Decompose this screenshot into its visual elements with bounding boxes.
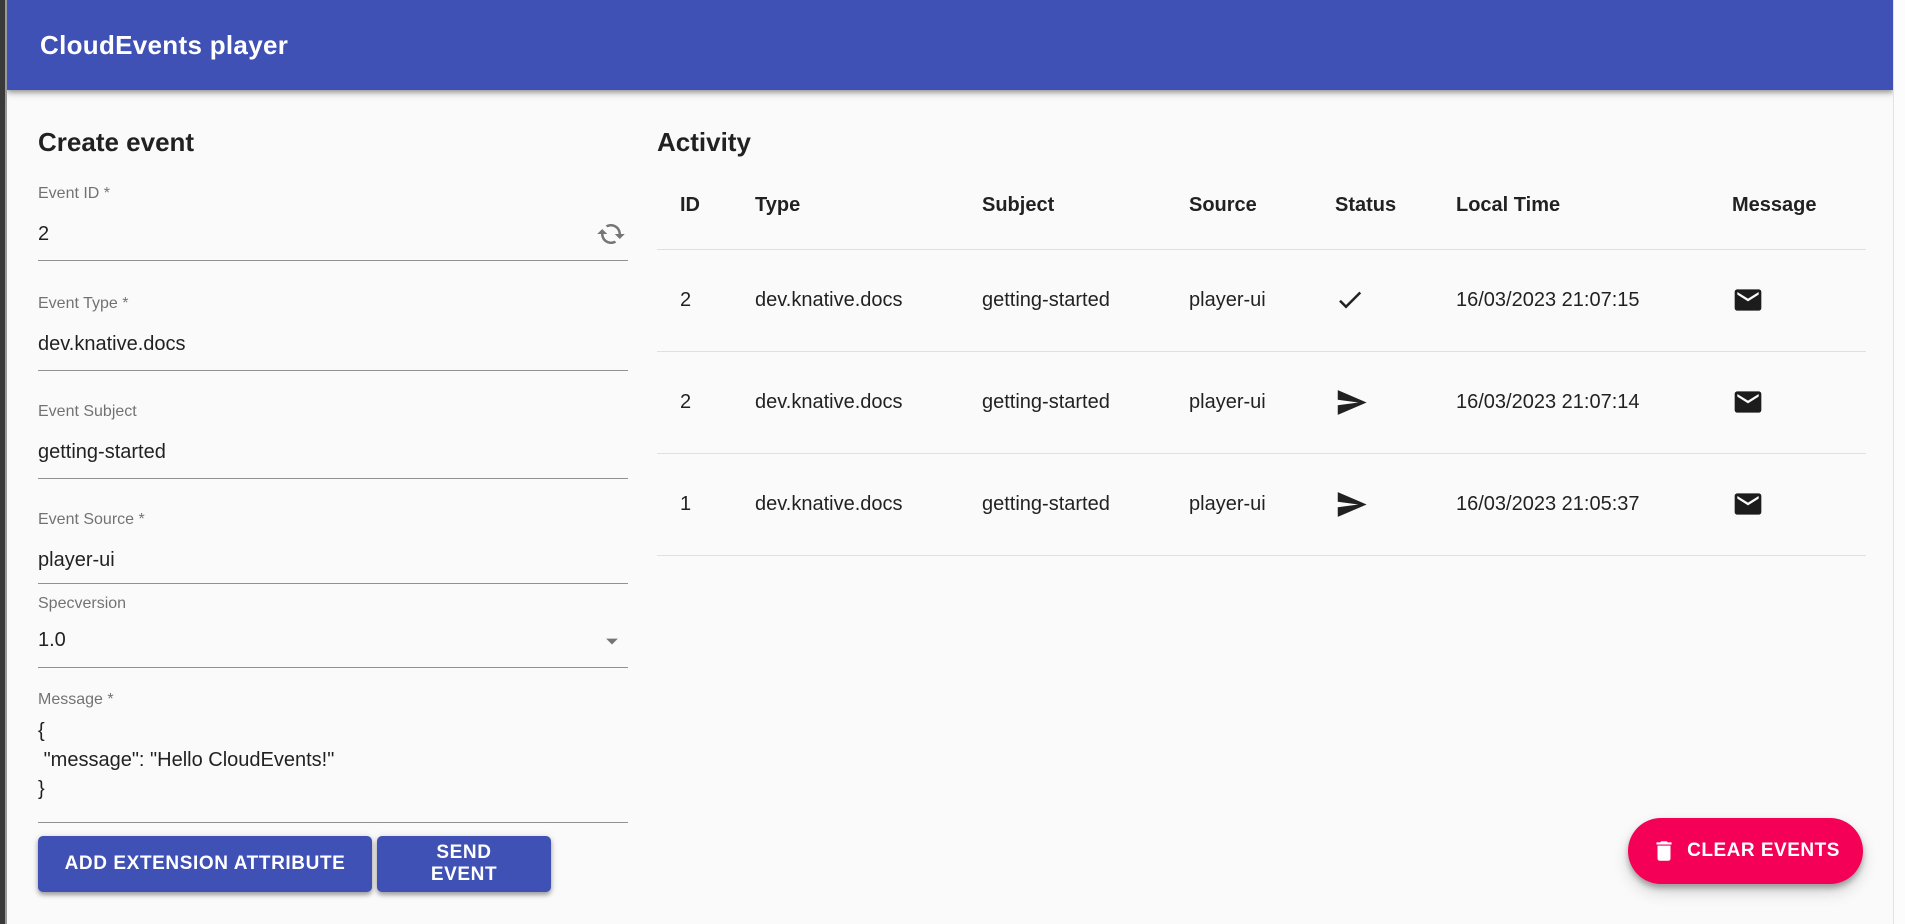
trash-icon <box>1651 838 1677 864</box>
table-row: 2 dev.knative.docs getting-started playe… <box>657 351 1866 453</box>
cell-id: 2 <box>657 249 732 351</box>
event-id-input[interactable]: 2 <box>38 222 628 246</box>
event-id-label: Event ID * <box>38 185 628 203</box>
table-header-row: ID Type Subject Source Status Local Time… <box>657 163 1866 249</box>
col-header-message: Message <box>1709 163 1866 249</box>
cell-id: 2 <box>657 351 732 453</box>
send-event-button[interactable]: SEND EVENT <box>377 836 551 892</box>
cell-local-time: 16/03/2023 21:05:37 <box>1433 453 1709 555</box>
event-source-field[interactable]: Event Source * player-ui <box>38 511 628 584</box>
col-header-subject: Subject <box>959 163 1166 249</box>
form-actions: ADD EXTENSION ATTRIBUTE SEND EVENT <box>38 836 551 892</box>
event-source-label: Event Source * <box>38 511 628 529</box>
cell-id: 1 <box>657 453 732 555</box>
add-extension-attribute-button[interactable]: ADD EXTENSION ATTRIBUTE <box>38 836 372 892</box>
message-field[interactable]: Message * { "message": "Hello CloudEvent… <box>38 691 628 823</box>
create-event-heading: Create event <box>38 127 194 158</box>
cell-subject: getting-started <box>959 453 1166 555</box>
col-header-type: Type <box>732 163 959 249</box>
cloudevents-player-app: CloudEvents player Create event Event ID… <box>0 0 1905 924</box>
mail-icon[interactable] <box>1732 386 1866 418</box>
event-type-input[interactable]: dev.knative.docs <box>38 332 628 356</box>
cell-type: dev.knative.docs <box>732 351 959 453</box>
message-cell[interactable] <box>1709 249 1866 351</box>
vertical-scrollbar[interactable] <box>1893 0 1905 924</box>
event-id-field[interactable]: Event ID * 2 <box>38 185 628 261</box>
cell-type: dev.knative.docs <box>732 453 959 555</box>
app-title: CloudEvents player <box>40 30 288 61</box>
message-cell[interactable] <box>1709 453 1866 555</box>
chevron-down-icon[interactable] <box>598 627 626 660</box>
event-type-label: Event Type * <box>38 295 628 313</box>
specversion-label: Specversion <box>38 595 628 613</box>
message-textarea[interactable]: { "message": "Hello CloudEvents!" } <box>38 717 628 804</box>
status-cell <box>1312 351 1433 453</box>
activity-heading: Activity <box>657 127 751 158</box>
app-bar: CloudEvents player <box>7 0 1893 90</box>
specversion-select[interactable]: Specversion 1.0 <box>38 595 628 668</box>
window-left-edge <box>0 0 7 924</box>
col-header-id: ID <box>657 163 732 249</box>
status-cell <box>1312 249 1433 351</box>
message-cell[interactable] <box>1709 351 1866 453</box>
status-cell <box>1312 453 1433 555</box>
cell-local-time: 16/03/2023 21:07:14 <box>1433 351 1709 453</box>
specversion-value[interactable]: 1.0 <box>38 628 628 652</box>
message-label: Message * <box>38 691 628 709</box>
cell-source: player-ui <box>1166 249 1312 351</box>
cell-local-time: 16/03/2023 21:07:15 <box>1433 249 1709 351</box>
cell-source: player-ui <box>1166 351 1312 453</box>
send-icon <box>1335 488 1433 521</box>
cell-subject: getting-started <box>959 351 1166 453</box>
mail-icon[interactable] <box>1732 284 1866 316</box>
cell-type: dev.knative.docs <box>732 249 959 351</box>
event-subject-field[interactable]: Event Subject getting-started <box>38 403 628 479</box>
col-header-source: Source <box>1166 163 1312 249</box>
table-row: 1 dev.knative.docs getting-started playe… <box>657 453 1866 555</box>
activity-table: ID Type Subject Source Status Local Time… <box>657 163 1866 556</box>
mail-icon[interactable] <box>1732 488 1866 520</box>
clear-events-label: CLEAR EVENTS <box>1687 840 1840 862</box>
check-icon <box>1335 285 1433 315</box>
clear-events-button[interactable]: CLEAR EVENTS <box>1628 818 1863 884</box>
event-subject-label: Event Subject <box>38 403 628 421</box>
col-header-status: Status <box>1312 163 1433 249</box>
table-row: 2 dev.knative.docs getting-started playe… <box>657 249 1866 351</box>
cell-source: player-ui <box>1166 453 1312 555</box>
event-type-field[interactable]: Event Type * dev.knative.docs <box>38 295 628 371</box>
col-header-local-time: Local Time <box>1433 163 1709 249</box>
send-icon <box>1335 386 1433 419</box>
event-subject-input[interactable]: getting-started <box>38 440 628 464</box>
regenerate-id-icon[interactable] <box>596 219 626 254</box>
event-source-input[interactable]: player-ui <box>38 548 628 572</box>
cell-subject: getting-started <box>959 249 1166 351</box>
